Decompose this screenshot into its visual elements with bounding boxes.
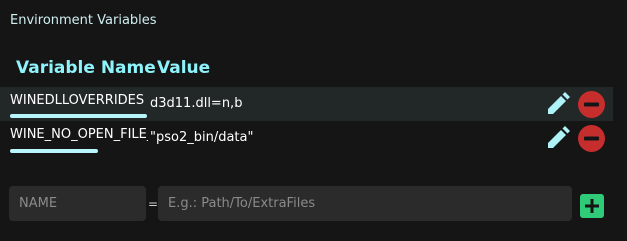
pencil-icon[interactable] — [544, 124, 572, 152]
variable-name: WINE_NO_OPEN_FILE_SEARCH — [10, 127, 148, 142]
plus-icon — [585, 199, 599, 213]
column-header-name: Variable Name — [16, 58, 156, 78]
table-row[interactable]: WINEDLLOVERRIDES d3d11.dll=n,b — [0, 87, 613, 121]
name-input[interactable] — [9, 186, 146, 221]
minus-circle-icon[interactable] — [578, 91, 605, 118]
name-underline — [10, 114, 147, 118]
variable-name: WINEDLLOVERRIDES — [10, 93, 145, 108]
column-header-value: Value — [157, 58, 211, 78]
variable-value: "pso2_bin/data" — [150, 130, 254, 145]
section-title: Environment Variables — [10, 13, 157, 28]
add-variable-button[interactable] — [580, 194, 604, 218]
table-row[interactable]: WINE_NO_OPEN_FILE_SEARCH "pso2_bin/data" — [0, 121, 613, 155]
value-input[interactable] — [158, 186, 572, 221]
variable-value: d3d11.dll=n,b — [150, 96, 243, 111]
pencil-icon[interactable] — [544, 90, 572, 118]
name-underline — [10, 149, 98, 153]
minus-circle-icon[interactable] — [578, 125, 605, 152]
equals-sign: = — [148, 197, 159, 211]
